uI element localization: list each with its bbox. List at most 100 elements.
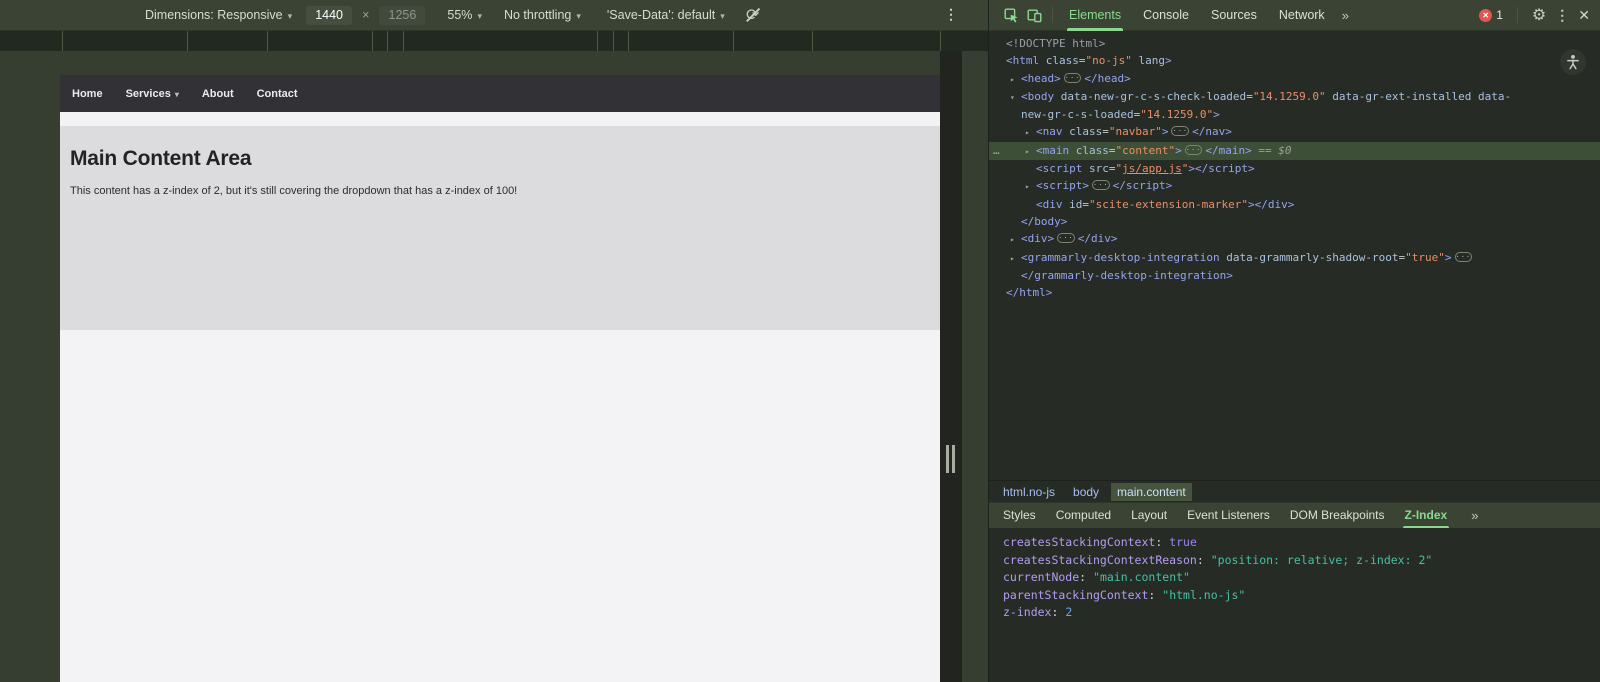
code-token: <body xyxy=(1021,90,1054,103)
rotate-viewport-icon[interactable]: ⟳ xyxy=(743,5,763,25)
row-actions-icon[interactable]: … xyxy=(993,142,1001,159)
inline-expand-icon[interactable]: ··· xyxy=(1455,252,1473,262)
property-value: "html.no-js" xyxy=(1162,588,1245,602)
code-token: data- xyxy=(1471,90,1511,103)
expand-arrow-icon[interactable]: ▸ xyxy=(1025,124,1036,141)
collapse-arrow-icon[interactable]: ▾ xyxy=(1010,89,1021,106)
media-query-bar[interactable] xyxy=(0,31,988,51)
tree-row[interactable]: ▸<div>···</div> xyxy=(989,230,1600,248)
media-query-divider xyxy=(403,31,404,51)
media-query-divider xyxy=(62,31,63,51)
tree-row[interactable]: </body> xyxy=(989,213,1600,230)
code-token: class xyxy=(1063,125,1103,138)
expand-arrow-icon[interactable]: ▸ xyxy=(1025,178,1036,195)
tree-row[interactable]: <!DOCTYPE html> xyxy=(989,35,1600,52)
tree-row[interactable]: ▸<script>···</script> xyxy=(989,177,1600,195)
tree-row[interactable]: </grammarly-desktop-integration> xyxy=(989,267,1600,284)
error-icon: ✕ xyxy=(1479,9,1492,22)
code-token: data-gr-ext-installed xyxy=(1326,90,1472,103)
nav-link-about[interactable]: About xyxy=(202,88,234,100)
tab-computed[interactable]: Computed xyxy=(1046,503,1121,529)
tree-row[interactable]: ▸<head>···</head> xyxy=(989,70,1600,88)
console-error-badge[interactable]: ✕ 1 xyxy=(1479,8,1503,22)
close-devtools-icon[interactable]: ✕ xyxy=(1578,7,1590,24)
inline-expand-icon[interactable]: ··· xyxy=(1185,145,1203,155)
code-token: "14.1259.0" xyxy=(1253,90,1326,103)
code-token: <head> xyxy=(1021,72,1061,85)
viewport-height-input[interactable]: 1256 xyxy=(379,6,425,25)
chevron-down-icon: ▾ xyxy=(720,11,725,21)
nav-link-home[interactable]: Home xyxy=(72,88,103,100)
device-emulation-pane: Dimensions: Responsive▾ 1440 × 1256 55%▾… xyxy=(0,0,988,682)
tree-row[interactable]: </html> xyxy=(989,284,1600,301)
property-name: parentStackingContext xyxy=(1003,588,1148,602)
tree-row[interactable]: <script src="js/app.js"></script> xyxy=(989,160,1600,177)
settings-gear-icon[interactable]: ⚙ xyxy=(1532,5,1546,25)
inspect-element-icon[interactable] xyxy=(999,3,1023,27)
code-token: "content" xyxy=(1116,144,1176,157)
tab-dom-breakpoints[interactable]: DOM Breakpoints xyxy=(1280,503,1395,529)
code-token: </grammarly-desktop-integration> xyxy=(1021,269,1233,282)
property-separator: : xyxy=(1197,553,1211,567)
more-tabs-chevron-icon[interactable]: » xyxy=(1471,508,1477,523)
zindex-panel: createsStackingContext: truecreatesStack… xyxy=(989,528,1600,682)
inline-expand-icon[interactable]: ··· xyxy=(1057,233,1075,243)
property-name: createsStackingContext xyxy=(1003,535,1155,549)
zindex-entry: createsStackingContextReason: "position:… xyxy=(1003,552,1600,570)
breadcrumb-item[interactable]: body xyxy=(1067,483,1105,501)
code-token: data-new-gr-c-s-check-loaded xyxy=(1054,90,1246,103)
preview-navbar: Home Services▾ About Contact xyxy=(60,75,940,112)
tab-sources[interactable]: Sources xyxy=(1200,0,1268,31)
inline-expand-icon[interactable]: ··· xyxy=(1171,126,1189,136)
zoom-dropdown[interactable]: 55%▾ xyxy=(447,8,482,22)
tree-row[interactable]: <div id="scite-extension-marker"></div> xyxy=(989,196,1600,213)
tree-row[interactable]: ▾<body data-new-gr-c-s-check-loaded="14.… xyxy=(989,88,1600,106)
save-data-dropdown[interactable]: 'Save-Data': default▾ xyxy=(607,8,725,22)
expand-arrow-icon[interactable]: ▸ xyxy=(1025,143,1036,160)
code-token: = xyxy=(1079,54,1086,67)
nav-link-services[interactable]: Services▾ xyxy=(126,88,179,100)
viewport-width-input[interactable]: 1440 xyxy=(306,6,352,25)
code-token: </script> xyxy=(1113,179,1173,192)
tab-elements[interactable]: Elements xyxy=(1058,0,1132,31)
tree-row[interactable]: new-gr-c-s-loaded="14.1259.0"> xyxy=(989,106,1600,123)
expand-arrow-icon[interactable]: ▸ xyxy=(1010,250,1021,267)
dimensions-dropdown[interactable]: Dimensions: Responsive▾ xyxy=(145,8,292,22)
tree-row[interactable]: …▸<main class="content">···</main> == $0 xyxy=(989,142,1600,160)
inline-expand-icon[interactable]: ··· xyxy=(1064,73,1082,83)
breadcrumb-item[interactable]: html.no-js xyxy=(997,483,1061,501)
more-tabs-chevron-icon[interactable]: » xyxy=(1336,8,1354,23)
tree-row[interactable]: <html class="no-js" lang> xyxy=(989,52,1600,69)
media-query-divider xyxy=(187,31,188,51)
code-token: "true" xyxy=(1405,251,1445,264)
code-token: "14.1259.0" xyxy=(1140,108,1213,121)
viewport-resize-handle[interactable] xyxy=(940,51,962,682)
code-token: == $0 xyxy=(1252,144,1292,157)
expand-arrow-icon[interactable]: ▸ xyxy=(1010,71,1021,88)
device-toolbar-overflow-menu[interactable]: ⋮ xyxy=(944,6,958,23)
tab-z-index[interactable]: Z-Index xyxy=(1395,503,1458,529)
property-value: 2 xyxy=(1065,605,1072,619)
code-token: lang xyxy=(1132,54,1165,67)
zindex-entry: z-index: 2 xyxy=(1003,604,1600,622)
media-query-divider xyxy=(628,31,629,51)
inline-expand-icon[interactable]: ··· xyxy=(1092,180,1110,190)
tab-network[interactable]: Network xyxy=(1268,0,1336,31)
tab-event-listeners[interactable]: Event Listeners xyxy=(1177,503,1280,529)
code-token: "no-js" xyxy=(1086,54,1132,67)
tab-styles[interactable]: Styles xyxy=(993,503,1046,529)
code-token: = xyxy=(1109,144,1116,157)
nav-link-contact[interactable]: Contact xyxy=(257,88,298,100)
device-toolbar-toggle-icon[interactable] xyxy=(1023,3,1047,27)
tree-row[interactable]: ▸<nav class="navbar">···</nav> xyxy=(989,123,1600,141)
main-content-area: Main Content Area This content has a z-i… xyxy=(60,126,940,330)
tab-console[interactable]: Console xyxy=(1132,0,1200,31)
throttling-dropdown[interactable]: No throttling▾ xyxy=(504,8,581,22)
toolbar-divider xyxy=(1052,7,1053,23)
tab-layout[interactable]: Layout xyxy=(1121,503,1177,529)
expand-arrow-icon[interactable]: ▸ xyxy=(1010,231,1021,248)
breadcrumb-item[interactable]: main.content xyxy=(1111,483,1192,501)
customize-devtools-menu-icon[interactable]: ⋮ xyxy=(1555,7,1569,24)
tree-row[interactable]: ▸<grammarly-desktop-integration data-gra… xyxy=(989,249,1600,267)
code-token: </html> xyxy=(1006,286,1052,299)
